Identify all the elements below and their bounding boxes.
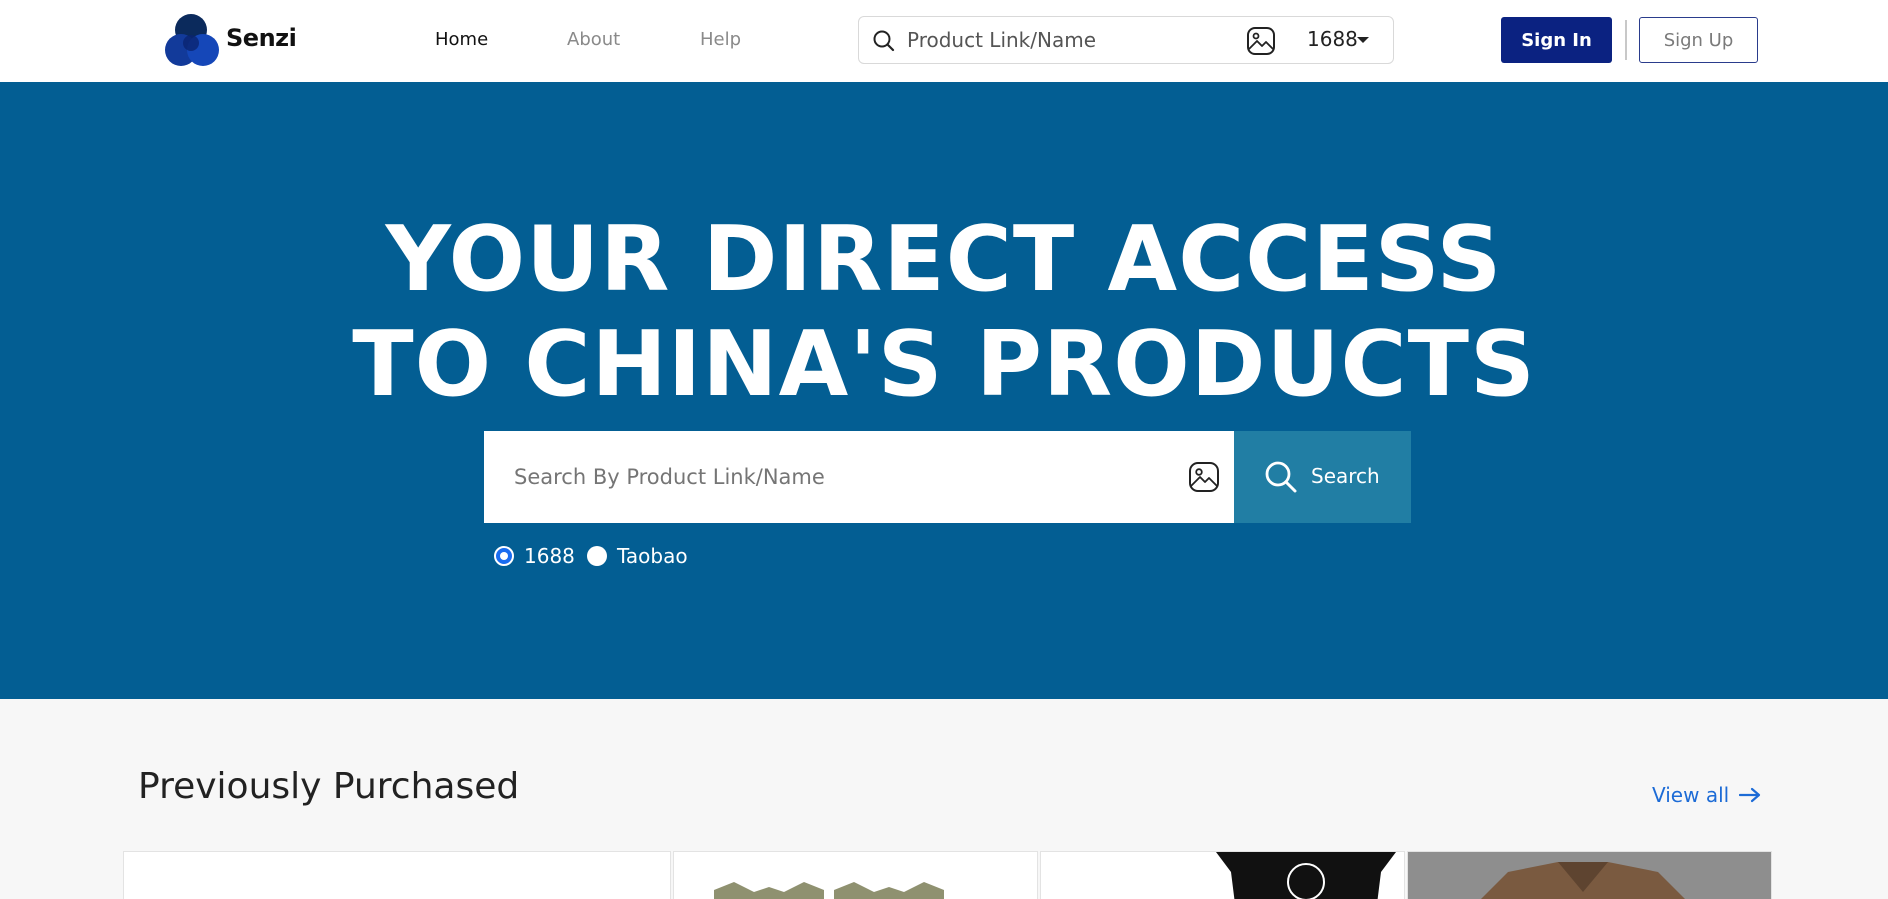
radio-unchecked[interactable] <box>587 546 607 566</box>
view-all-link[interactable]: View all <box>1652 783 1761 807</box>
image-search-icon[interactable] <box>1245 25 1277 57</box>
platform-select[interactable]: 1688 <box>1307 27 1358 51</box>
product-card[interactable] <box>673 851 1038 899</box>
product-card[interactable] <box>123 851 671 899</box>
polo-shirt-product-image <box>1408 852 1771 899</box>
hero-search-box: Search <box>484 431 1411 523</box>
top-header: Senzi Home About Help 1688 Sign In Sign … <box>0 0 1888 82</box>
radio-checked[interactable] <box>494 546 514 566</box>
hero-search-button[interactable]: Search <box>1234 431 1411 523</box>
platform-radio-taobao[interactable]: Taobao <box>587 544 688 568</box>
image-search-icon[interactable] <box>1187 460 1221 494</box>
platform-radio-label: 1688 <box>524 544 575 568</box>
header-divider <box>1625 20 1627 60</box>
brand-name[interactable]: Senzi <box>226 24 297 52</box>
arrow-right-icon <box>1739 787 1761 803</box>
nav-home[interactable]: Home <box>435 29 488 50</box>
nav-help[interactable]: Help <box>700 29 741 50</box>
view-all-label: View all <box>1652 783 1730 807</box>
header-search-input[interactable] <box>907 25 1227 55</box>
chevron-down-icon[interactable] <box>1357 37 1369 43</box>
nav-about[interactable]: About <box>567 29 620 50</box>
sign-in-button[interactable]: Sign In <box>1501 17 1612 63</box>
search-icon <box>873 30 895 52</box>
search-icon <box>1265 461 1297 493</box>
platform-radio-label: Taobao <box>617 544 688 568</box>
tshirt-product-image <box>714 882 944 899</box>
product-card[interactable] <box>1040 851 1405 899</box>
black-shirt-product-image <box>1216 852 1396 899</box>
senzi-logo-icon[interactable] <box>163 13 223 67</box>
hero-banner: YOUR DIRECT ACCESS TO CHINA'S PRODUCTS S… <box>0 82 1888 699</box>
hero-search-button-label: Search <box>1311 464 1380 488</box>
hero-title-line-1: YOUR DIRECT ACCESS <box>385 207 1503 312</box>
hero-search-input[interactable] <box>514 459 1134 495</box>
hero-title-line-2: TO CHINA'S PRODUCTS <box>352 312 1536 417</box>
section-title: Previously Purchased <box>138 766 520 807</box>
platform-radio-1688[interactable]: 1688 <box>494 544 575 568</box>
product-card[interactable] <box>1407 851 1772 899</box>
header-search-bar: 1688 <box>858 16 1394 64</box>
sign-up-button[interactable]: Sign Up <box>1639 17 1758 63</box>
